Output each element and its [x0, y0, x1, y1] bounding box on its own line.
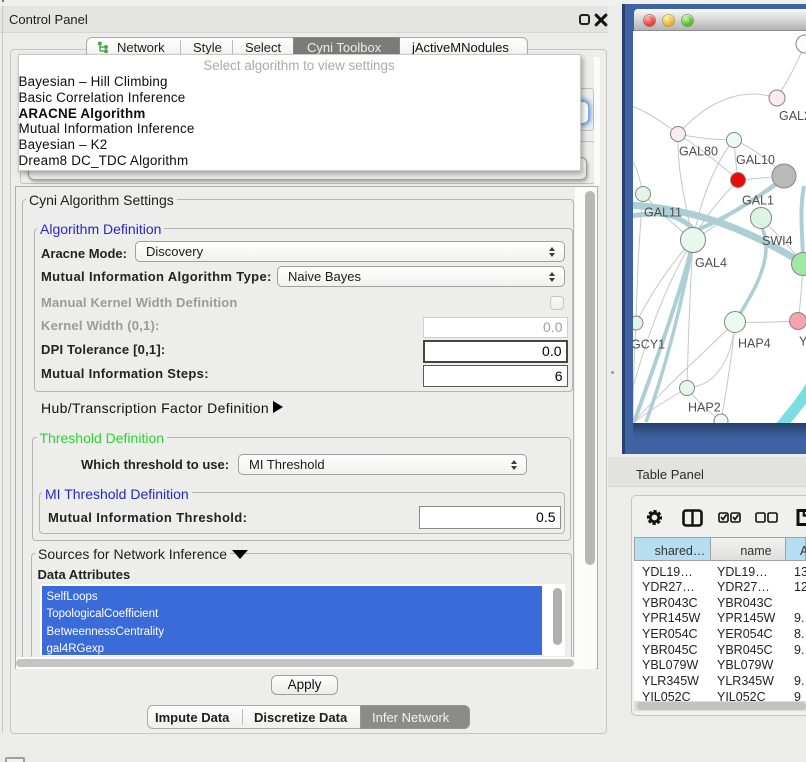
svg-text:GAL10: GAL10: [736, 153, 775, 167]
svg-text:SWI4: SWI4: [762, 234, 793, 248]
svg-text:Y: Y: [799, 335, 806, 349]
svg-text:GAL4: GAL4: [695, 256, 727, 270]
svg-text:GAL11: GAL11: [644, 206, 682, 220]
svg-text:GCY1: GCY1: [633, 338, 665, 352]
svg-text:HAP4: HAP4: [738, 337, 771, 351]
svg-text:GAL80: GAL80: [679, 145, 718, 159]
svg-text:GAL1: GAL1: [742, 194, 774, 208]
svg-text:HAP2: HAP2: [688, 401, 721, 415]
svg-text:GAL2: GAL2: [779, 109, 806, 123]
